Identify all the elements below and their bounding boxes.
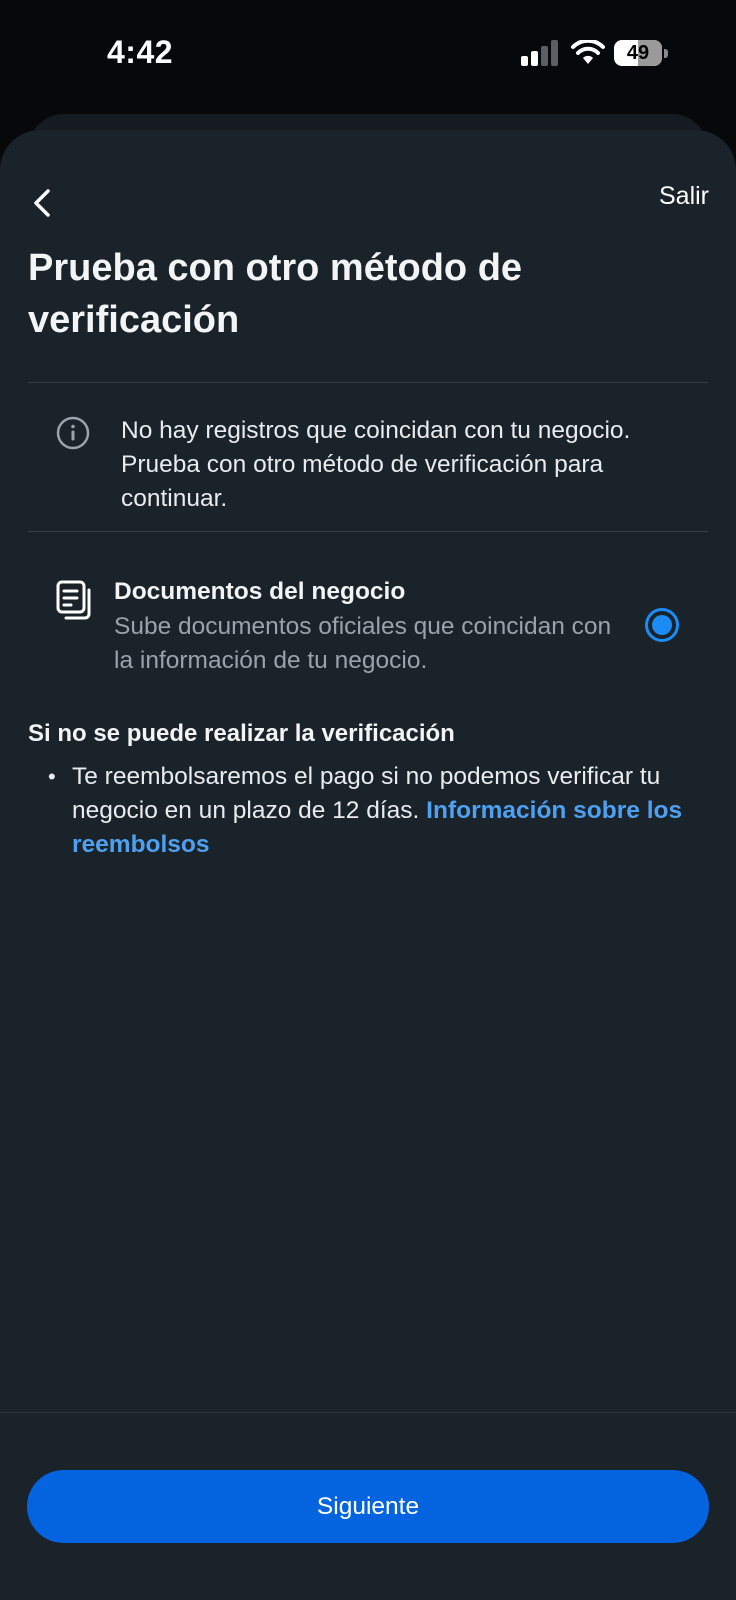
divider: [28, 531, 708, 532]
verification-sheet: Salir Prueba con otro método de verifica…: [0, 130, 736, 1600]
page-title: Prueba con otro método de verificación: [28, 247, 523, 341]
option-description: Sube documentos oficiales que coincidan …: [114, 613, 612, 674]
battery-level: 49: [626, 42, 650, 64]
option-radio-selected[interactable]: [645, 608, 679, 642]
status-bar: 4:42 49: [0, 0, 736, 110]
document-icon: [56, 580, 91, 620]
option-title: Documentos del negocio: [114, 578, 406, 605]
next-button[interactable]: Siguiente: [27, 1470, 709, 1543]
business-documents-option[interactable]: Documentos del negocio Sube documentos o…: [28, 570, 708, 680]
battery-icon: 49: [614, 38, 668, 68]
cellular-signal-icon: [521, 40, 558, 66]
divider: [28, 382, 708, 383]
bullet-icon: •: [48, 764, 56, 789]
wifi-icon: [571, 40, 605, 64]
refund-section-heading: Si no se puede realizar la verificación: [28, 720, 455, 747]
exit-button[interactable]: Salir: [659, 182, 709, 211]
back-button[interactable]: [24, 185, 60, 221]
footer-divider: [0, 1412, 736, 1413]
status-time: 4:42: [107, 34, 174, 70]
notice-text: No hay registros que coincidan con tu ne…: [121, 417, 631, 512]
info-icon: [56, 416, 90, 450]
